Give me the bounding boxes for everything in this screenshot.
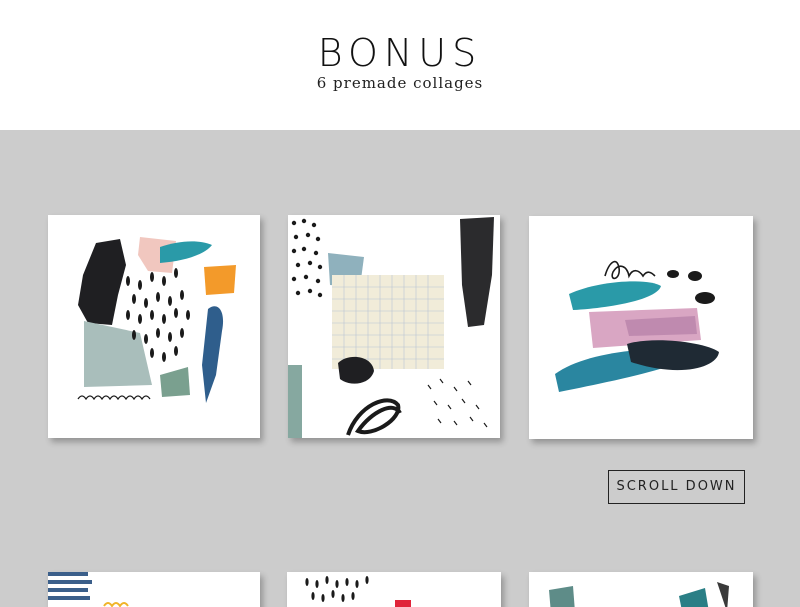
collage-5-artwork — [305, 576, 411, 607]
scroll-down-button[interactable]: SCROLL DOWN — [608, 470, 745, 504]
collage-card-1[interactable] — [48, 215, 260, 438]
page-title: BONUS — [317, 31, 483, 75]
collage-card-6[interactable] — [529, 572, 753, 607]
collage-card-4[interactable] — [48, 572, 260, 607]
collage-3-artwork — [555, 260, 719, 392]
collage-card-3[interactable] — [529, 216, 753, 439]
collage-card-5[interactable] — [287, 572, 501, 607]
header: BONUS 6 premade collages — [0, 0, 800, 130]
collage-6-artwork — [549, 582, 729, 607]
page-subtitle: 6 premade collages — [316, 74, 484, 92]
collage-1-artwork — [77, 237, 236, 403]
collage-2-artwork — [288, 217, 494, 438]
collage-gallery: SCROLL DOWN — [0, 130, 800, 607]
collage-card-2[interactable] — [288, 215, 500, 438]
collage-4-artwork — [48, 572, 129, 607]
